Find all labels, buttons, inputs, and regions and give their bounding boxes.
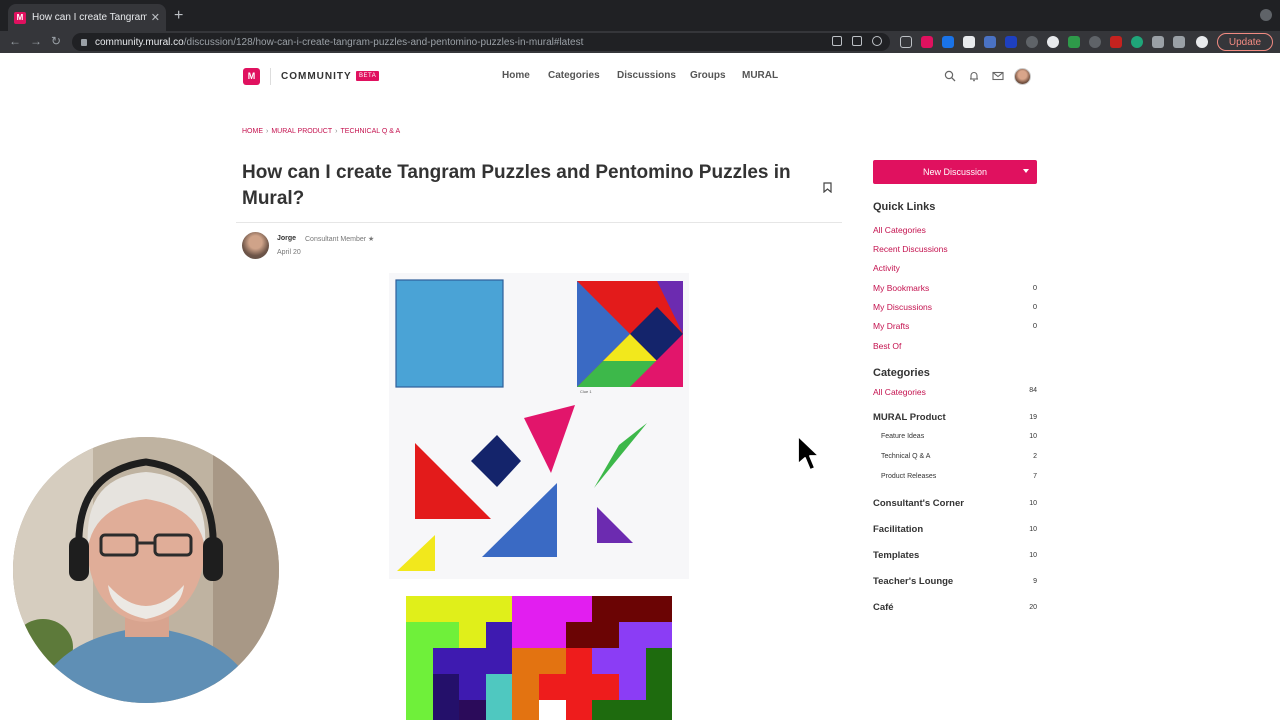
community-label[interactable]: COMMUNITY bbox=[281, 71, 352, 82]
category-consultants-corner[interactable]: Consultant's Corner 10 bbox=[873, 498, 1037, 509]
quick-links-heading: Quick Links bbox=[873, 201, 936, 213]
image-caption: Clue 1 bbox=[580, 389, 592, 394]
category-templates[interactable]: Templates 10 bbox=[873, 550, 1037, 561]
nav-discussions[interactable]: Discussions bbox=[617, 70, 676, 81]
update-button[interactable]: Update bbox=[1217, 33, 1273, 51]
tangram-puzzle-image: Clue 1 bbox=[389, 273, 689, 579]
beta-badge: BETA bbox=[356, 71, 380, 81]
mural-logo[interactable]: M bbox=[243, 68, 260, 85]
nav-categories[interactable]: Categories bbox=[548, 70, 600, 81]
categories-heading: Categories bbox=[873, 367, 930, 379]
tab-group-icon[interactable] bbox=[900, 36, 912, 48]
bell-icon[interactable] bbox=[968, 70, 980, 82]
forward-icon[interactable]: → bbox=[30, 34, 42, 48]
browser-tab-bar: M How can I create Tangram Puz… ✕ + bbox=[0, 0, 1280, 31]
extension-icon[interactable] bbox=[1089, 36, 1101, 48]
subcategory-product-releases[interactable]: Product Releases 7 bbox=[881, 473, 1037, 480]
reload-icon[interactable]: ↻ bbox=[51, 34, 61, 48]
address-bar[interactable]: community.mural.co/discussion/128/how-ca… bbox=[72, 33, 890, 51]
extension-icon[interactable] bbox=[1068, 36, 1080, 48]
bookmark-icon[interactable] bbox=[823, 182, 832, 193]
quick-link-recent-discussions[interactable]: Recent Discussions bbox=[873, 244, 1037, 254]
mouse-cursor-icon bbox=[797, 435, 820, 471]
category-cafe[interactable]: Café 20 bbox=[873, 602, 1037, 613]
tab-title: How can I create Tangram Puz… bbox=[32, 12, 147, 23]
presenter-webcam-overlay bbox=[13, 437, 279, 703]
page-title: How can I create Tangram Puzzles and Pen… bbox=[242, 162, 791, 209]
reading-list-icon[interactable] bbox=[1173, 36, 1185, 48]
qr-icon[interactable] bbox=[852, 36, 862, 46]
extension-icon[interactable] bbox=[1047, 36, 1059, 48]
quick-link-best-of[interactable]: Best Of bbox=[873, 341, 1037, 351]
pentomino-puzzle-image bbox=[406, 596, 672, 720]
cast-icon[interactable] bbox=[832, 36, 842, 46]
star-icon[interactable] bbox=[872, 36, 882, 46]
profile-icon[interactable] bbox=[1196, 36, 1208, 48]
zoom-extension-icon[interactable] bbox=[942, 36, 954, 48]
extension-icon[interactable] bbox=[963, 36, 975, 48]
tab-search-icon[interactable] bbox=[1260, 9, 1272, 21]
category-all[interactable]: All Categories 84 bbox=[873, 387, 1037, 397]
puzzle-piece-icon[interactable] bbox=[1152, 36, 1164, 48]
new-discussion-label: New Discussion bbox=[922, 167, 988, 177]
user-avatar[interactable] bbox=[1014, 68, 1031, 85]
category-teachers-lounge[interactable]: Teacher's Lounge 9 bbox=[873, 576, 1037, 587]
subcategory-technical-qa[interactable]: Technical Q & A2 bbox=[881, 453, 1037, 460]
breadcrumb: HOME › MURAL PRODUCT › TECHNICAL Q & A bbox=[242, 128, 401, 135]
post-date: April 20 bbox=[277, 249, 301, 256]
extension-icon[interactable] bbox=[1005, 36, 1017, 48]
breadcrumb-technical-qa[interactable]: TECHNICAL Q & A bbox=[341, 128, 401, 135]
mural-favicon-icon: M bbox=[14, 11, 26, 24]
close-tab-icon[interactable]: ✕ bbox=[151, 11, 160, 24]
nav-home[interactable]: Home bbox=[502, 70, 530, 81]
logo-divider bbox=[270, 68, 271, 85]
mail-icon[interactable] bbox=[992, 70, 1004, 82]
quick-link-all-categories[interactable]: All Categories bbox=[873, 225, 1037, 235]
mural-extension-icon[interactable] bbox=[921, 36, 933, 48]
caret-down-icon[interactable] bbox=[1023, 169, 1029, 173]
extension-icon[interactable] bbox=[984, 36, 996, 48]
url-text: community.mural.co/discussion/128/how-ca… bbox=[95, 36, 584, 48]
browser-tab[interactable]: M How can I create Tangram Puz… ✕ bbox=[8, 4, 166, 31]
extension-icon[interactable] bbox=[1110, 36, 1122, 48]
quick-link-my-bookmarks[interactable]: My Bookmarks 0 bbox=[873, 283, 1037, 293]
new-tab-icon[interactable]: + bbox=[174, 7, 183, 25]
category-mural-product[interactable]: MURAL Product 19 bbox=[873, 412, 1037, 423]
nav-groups[interactable]: Groups bbox=[690, 70, 726, 81]
browser-toolbar: ← → ↻ community.mural.co/discussion/128/… bbox=[0, 31, 1280, 53]
omnibox-icons bbox=[832, 36, 882, 46]
author-avatar[interactable] bbox=[242, 232, 269, 259]
new-discussion-button[interactable]: New Discussion bbox=[873, 160, 1037, 184]
nav-mural[interactable]: MURAL bbox=[742, 70, 778, 81]
extension-icon[interactable] bbox=[1026, 36, 1038, 48]
quick-link-my-discussions[interactable]: My Discussions 0 bbox=[873, 302, 1037, 312]
search-icon[interactable] bbox=[944, 70, 956, 82]
extension-icon[interactable] bbox=[1131, 36, 1143, 48]
lock-icon bbox=[81, 38, 87, 46]
category-facilitation[interactable]: Facilitation 10 bbox=[873, 524, 1037, 535]
subcategory-feature-ideas[interactable]: Feature Ideas 10 bbox=[881, 433, 1037, 440]
breadcrumb-mural-product[interactable]: MURAL PRODUCT bbox=[271, 128, 332, 135]
author-roles: Consultant Member ★ bbox=[305, 236, 375, 243]
back-icon[interactable]: ← bbox=[9, 34, 21, 48]
quick-link-my-drafts[interactable]: My Drafts 0 bbox=[873, 321, 1037, 331]
title-divider bbox=[236, 222, 842, 223]
author-name[interactable]: Jorge bbox=[277, 235, 296, 242]
quick-link-activity[interactable]: Activity bbox=[873, 263, 1037, 273]
breadcrumb-home[interactable]: HOME bbox=[242, 128, 263, 135]
